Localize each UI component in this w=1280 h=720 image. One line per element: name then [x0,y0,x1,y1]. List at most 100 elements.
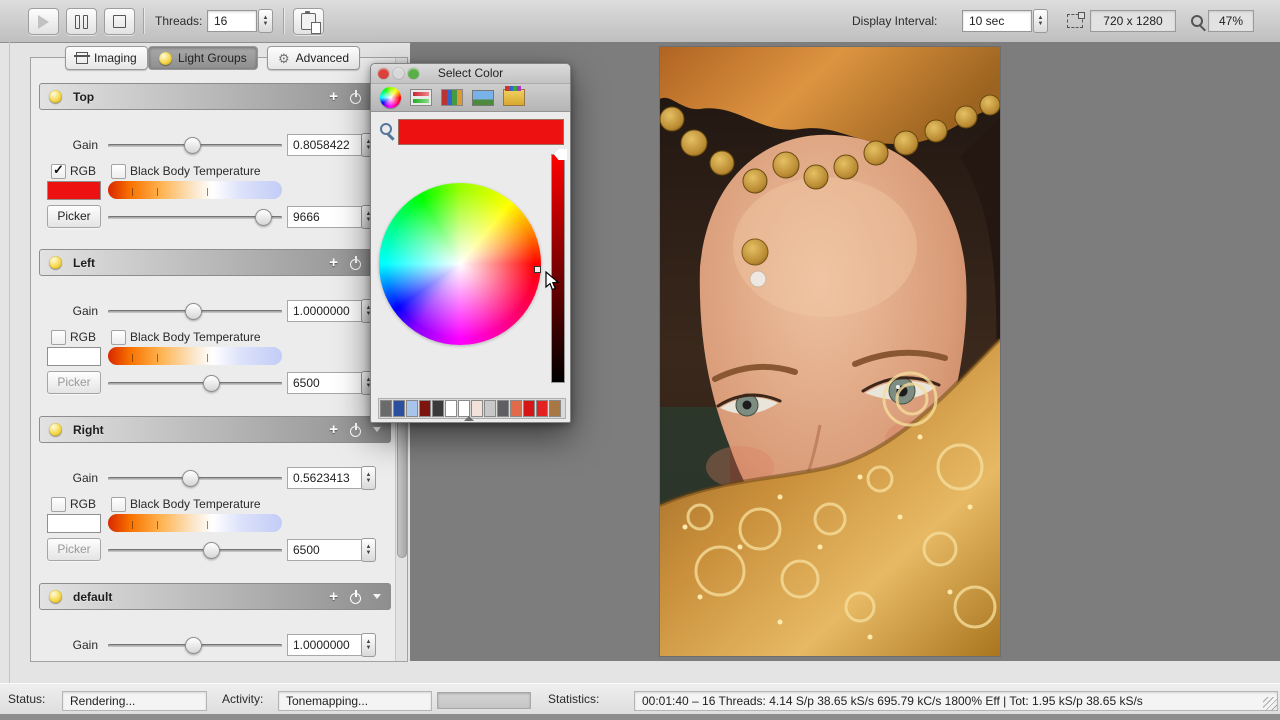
blackbody-gradient[interactable] [108,347,282,365]
blackbody-gradient[interactable] [108,514,282,532]
rgb-checkbox[interactable] [51,497,66,512]
color-swatch[interactable] [380,400,392,417]
zoom-button[interactable] [1182,8,1211,33]
gain-slider[interactable] [108,310,282,313]
picker-value-field[interactable]: 9666 [287,206,363,228]
gain-value-field[interactable]: 0.5623413 [287,467,363,489]
gain-slider[interactable] [108,644,282,647]
gain-stepper[interactable]: ▲▼ [361,633,376,657]
group-color-swatch[interactable] [47,181,101,200]
picker-slider[interactable] [108,382,282,385]
color-swatch[interactable] [419,400,431,417]
picker-row: Picker 6500 ▲▼ [39,371,391,395]
tab-label: Advanced [296,51,349,65]
color-swatch[interactable] [458,400,470,417]
rgb-checkbox[interactable] [51,164,66,179]
add-icon[interactable]: + [329,422,338,437]
color-wheel-marker[interactable] [534,266,541,273]
tab-advanced[interactable]: ⚙ Advanced [267,46,360,70]
chevron-down-icon[interactable] [373,594,381,599]
color-swatch[interactable] [510,400,522,417]
picker-slider-knob[interactable] [203,375,220,392]
stop-button[interactable] [104,8,135,35]
display-interval-stepper[interactable]: ▲▼ [1033,9,1048,33]
rgb-checkbox[interactable] [51,330,66,345]
power-icon[interactable] [349,423,362,437]
color-swatch[interactable] [432,400,444,417]
color-row [39,347,391,366]
copy-button[interactable] [293,8,324,35]
color-swatch[interactable] [484,400,496,417]
group-color-swatch[interactable] [47,347,101,366]
bbt-checkbox[interactable] [111,497,126,512]
brightness-slider[interactable] [551,154,565,383]
color-swatch[interactable] [523,400,535,417]
picker-value-field[interactable]: 6500 [287,372,363,394]
display-interval-input[interactable]: 10 sec [962,10,1032,32]
color-swatch[interactable] [445,400,457,417]
gain-slider-knob[interactable] [184,137,201,154]
zoom-window-icon[interactable] [408,68,419,79]
pause-button[interactable] [66,8,97,35]
picker-row: Picker 6500 ▲▼ [39,538,391,562]
resize-grip[interactable] [1263,697,1277,711]
gain-slider-knob[interactable] [182,470,199,487]
gain-slider[interactable] [108,144,282,147]
gain-slider[interactable] [108,477,282,480]
threads-label: Threads: [155,0,202,42]
picker-stepper[interactable]: ▲▼ [361,538,376,562]
add-icon[interactable]: + [329,589,338,604]
picker-button[interactable]: Picker [47,371,101,394]
status-value-field: Rendering... [62,691,207,711]
color-swatch[interactable] [406,400,418,417]
picker-slider-knob[interactable] [203,542,220,559]
resize-view-button[interactable] [1060,8,1089,33]
color-wheel-mode-icon[interactable] [380,87,401,108]
close-icon[interactable] [378,68,389,79]
gain-slider-knob[interactable] [185,303,202,320]
color-loupe-icon[interactable] [380,123,392,135]
image-palette-mode-icon[interactable] [472,90,494,106]
gain-value-field[interactable]: 0.8058422 [287,134,363,156]
group-header: default + [39,583,391,610]
crayons-mode-icon[interactable] [503,89,525,106]
stop-icon [113,15,126,28]
gain-stepper[interactable]: ▲▼ [361,466,376,490]
picker-slider-knob[interactable] [255,209,272,226]
power-icon[interactable] [349,256,362,270]
gain-slider-knob[interactable] [185,637,202,654]
color-swatch[interactable] [549,400,561,417]
bbt-checkbox[interactable] [111,164,126,179]
add-icon[interactable]: + [329,255,338,270]
color-swatch[interactable] [497,400,509,417]
tab-light-groups[interactable]: Light Groups [148,46,258,70]
color-sliders-mode-icon[interactable] [410,89,432,106]
chevron-down-icon[interactable] [373,427,381,432]
add-icon[interactable]: + [329,89,338,104]
color-swatch[interactable] [536,400,548,417]
blackbody-gradient[interactable] [108,181,282,199]
play-button[interactable] [28,8,59,35]
checkbox-row: RGB Black Body Temperature [39,330,391,344]
picker-button[interactable]: Picker [47,538,101,561]
swatch-drawer-handle[interactable] [464,416,474,421]
color-swatch[interactable] [471,400,483,417]
color-palette-mode-icon[interactable] [441,89,463,106]
picker-slider[interactable] [108,216,282,219]
gain-value-field[interactable]: 1.0000000 [287,634,363,656]
gain-value-field[interactable]: 1.0000000 [287,300,363,322]
minimize-icon[interactable] [393,68,404,79]
picker-value-field[interactable]: 6500 [287,539,363,561]
bbt-label: Black Body Temperature [130,497,261,511]
threads-stepper[interactable]: ▲▼ [258,9,273,33]
color-wheel[interactable] [379,183,541,345]
picker-button[interactable]: Picker [47,205,101,228]
threads-input[interactable]: 16 [207,10,257,32]
tab-imaging[interactable]: Imaging [65,46,148,70]
group-color-swatch[interactable] [47,514,101,533]
picker-slider[interactable] [108,549,282,552]
color-swatch[interactable] [393,400,405,417]
power-icon[interactable] [349,90,362,104]
bbt-checkbox[interactable] [111,330,126,345]
power-icon[interactable] [349,590,362,604]
